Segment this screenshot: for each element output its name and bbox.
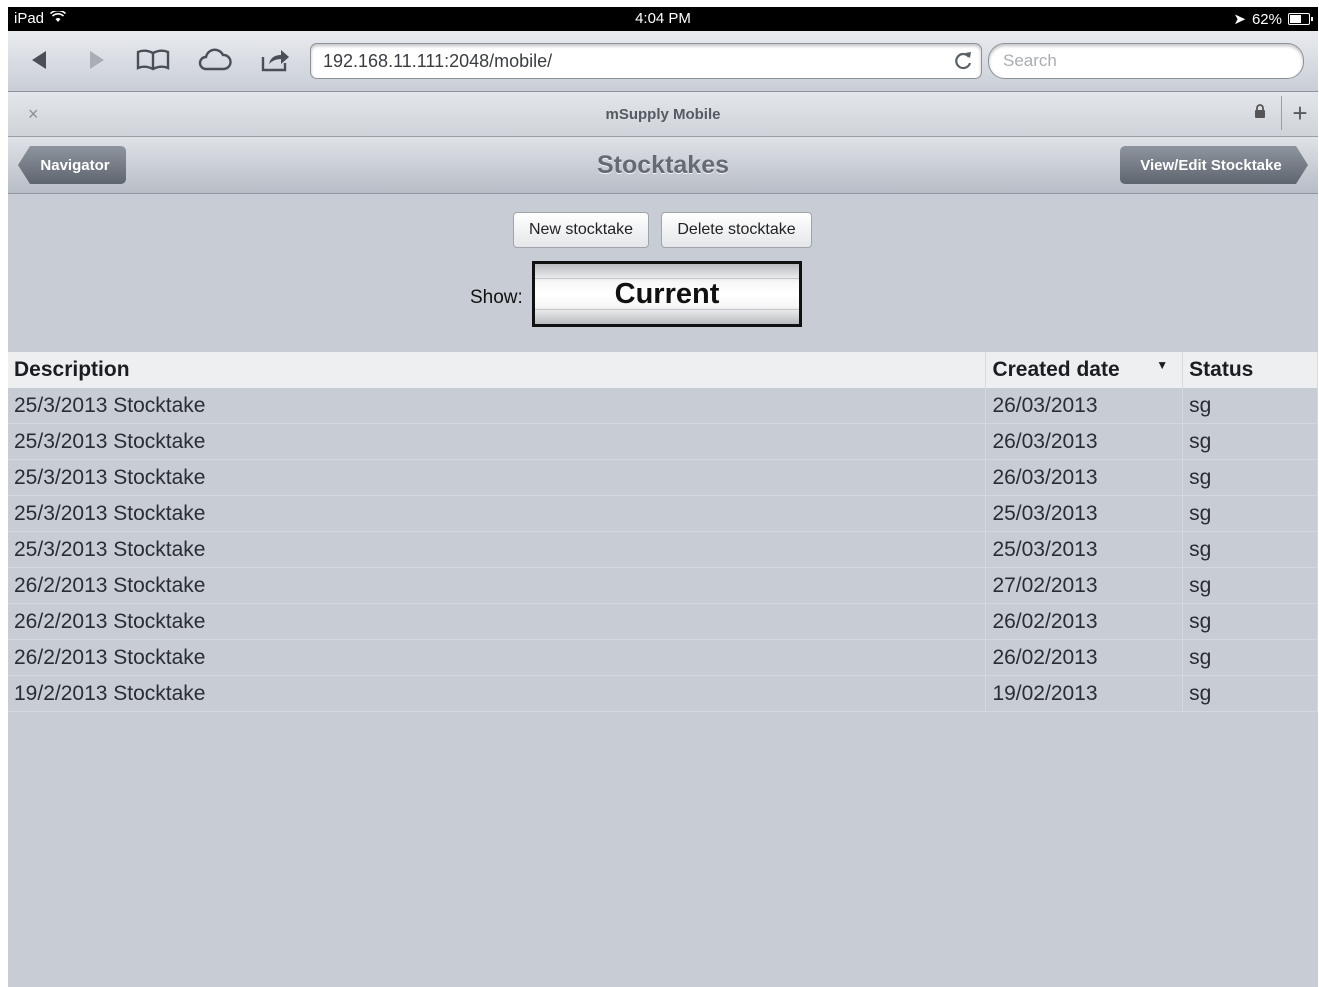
forward-arrow-icon[interactable] — [80, 45, 114, 75]
cell-created-date: 26/03/2013 — [985, 388, 1184, 424]
cell-description: 19/2/2013 Stocktake — [8, 675, 987, 712]
column-header-status[interactable]: Status — [1182, 352, 1318, 388]
table-row[interactable]: 25/3/2013 Stocktake 25/03/2013 sg — [8, 531, 1318, 568]
cell-created-date: 27/02/2013 — [985, 567, 1184, 604]
share-icon[interactable] — [258, 45, 292, 75]
show-filter-value: Current — [614, 277, 720, 310]
battery-icon — [1288, 13, 1313, 25]
reload-icon[interactable] — [953, 49, 973, 77]
cell-status: sg — [1182, 423, 1318, 460]
ipad-screen: iPad 4:04 PM ➤ 62% 192.168.11.111:2048/m… — [8, 7, 1318, 987]
table-row[interactable]: 26/2/2013 Stocktake 26/02/2013 sg — [8, 603, 1318, 640]
table-row[interactable]: 26/2/2013 Stocktake 27/02/2013 sg — [8, 567, 1318, 604]
bookmarks-icon[interactable] — [136, 45, 170, 75]
cell-description: 26/2/2013 Stocktake — [8, 639, 987, 676]
tab-bar: × mSupply Mobile + — [8, 92, 1318, 137]
location-icon: ➤ — [1233, 11, 1246, 28]
cell-description: 26/2/2013 Stocktake — [8, 567, 987, 604]
app-header: Navigator Stocktakes View/Edit Stocktake — [8, 137, 1318, 194]
table-row[interactable]: 25/3/2013 Stocktake 26/03/2013 sg — [8, 388, 1318, 424]
stocktakes-table: Description Created date ▼ Status 25/3/20… — [8, 352, 1318, 712]
status-bar: iPad 4:04 PM ➤ 62% — [8, 7, 1318, 31]
show-label: Show: — [470, 287, 523, 308]
cell-description: 25/3/2013 Stocktake — [8, 423, 987, 460]
clock: 4:04 PM — [635, 10, 691, 27]
table-row[interactable]: 25/3/2013 Stocktake 26/03/2013 sg — [8, 459, 1318, 496]
cell-created-date: 25/03/2013 — [985, 495, 1184, 532]
delete-stocktake-button[interactable]: Delete stocktake — [661, 212, 812, 248]
table-row[interactable]: 26/2/2013 Stocktake 26/02/2013 sg — [8, 639, 1318, 676]
back-arrow-icon[interactable] — [22, 45, 56, 75]
cell-status: sg — [1182, 675, 1318, 712]
cell-created-date: 19/02/2013 — [985, 675, 1184, 712]
column-header-created-date[interactable]: Created date ▼ — [985, 352, 1184, 388]
cell-status: sg — [1182, 459, 1318, 496]
cell-status: sg — [1182, 388, 1318, 424]
lock-icon — [1254, 104, 1266, 122]
table-row[interactable]: 19/2/2013 Stocktake 19/02/2013 sg — [8, 675, 1318, 712]
icloud-tabs-icon[interactable] — [198, 45, 232, 75]
url-field[interactable]: 192.168.11.111:2048/mobile/ — [310, 43, 982, 79]
new-tab-button[interactable]: + — [1281, 96, 1318, 130]
cell-description: 26/2/2013 Stocktake — [8, 603, 987, 640]
sort-descending-icon: ▼ — [1156, 358, 1169, 372]
url-text: 192.168.11.111:2048/mobile/ — [323, 51, 553, 71]
cell-status: sg — [1182, 639, 1318, 676]
cell-description: 25/3/2013 Stocktake — [8, 531, 987, 568]
search-input[interactable]: Search — [988, 43, 1304, 79]
browser-toolbar: 192.168.11.111:2048/mobile/ Search — [8, 31, 1318, 92]
cell-status: sg — [1182, 531, 1318, 568]
table-row[interactable]: 25/3/2013 Stocktake 25/03/2013 sg — [8, 495, 1318, 532]
table-header-row: Description Created date ▼ Status — [8, 352, 1318, 388]
cell-status: sg — [1182, 567, 1318, 604]
search-placeholder: Search — [1003, 51, 1057, 70]
new-stocktake-button[interactable]: New stocktake — [513, 212, 649, 248]
cell-created-date: 26/03/2013 — [985, 459, 1184, 496]
cell-description: 25/3/2013 Stocktake — [8, 495, 987, 532]
cell-created-date: 26/02/2013 — [985, 603, 1184, 640]
tab-title[interactable]: mSupply Mobile — [8, 106, 1318, 123]
cell-created-date: 26/03/2013 — [985, 423, 1184, 460]
cell-description: 25/3/2013 Stocktake — [8, 388, 987, 424]
cell-created-date: 25/03/2013 — [985, 531, 1184, 568]
battery-percent: 62% — [1251, 10, 1282, 28]
cell-status: sg — [1182, 495, 1318, 532]
cell-description: 25/3/2013 Stocktake — [8, 459, 987, 496]
cell-status: sg — [1182, 603, 1318, 640]
table-row[interactable]: 25/3/2013 Stocktake 26/03/2013 sg — [8, 423, 1318, 460]
view-edit-stocktake-button[interactable]: View/Edit Stocktake — [1120, 146, 1308, 184]
column-header-description[interactable]: Description — [8, 352, 987, 388]
show-filter-picker[interactable]: Current — [532, 261, 802, 327]
cell-created-date: 26/02/2013 — [985, 639, 1184, 676]
